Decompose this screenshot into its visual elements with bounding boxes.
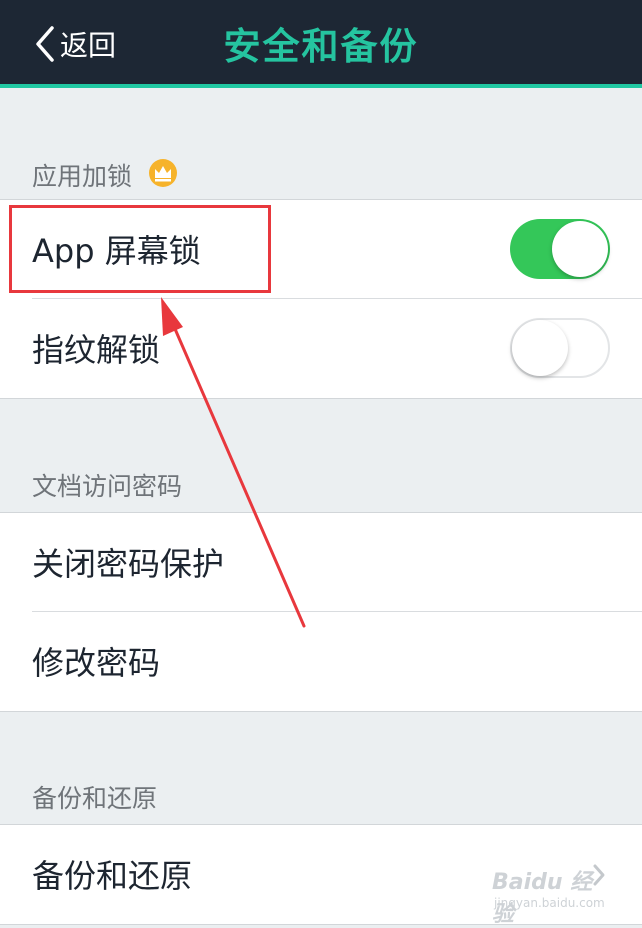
- watermark-logo: Baidu 经验 jingyan.baidu.com: [492, 858, 612, 927]
- annotation-arrow: [161, 297, 306, 628]
- watermark-url: jingyan.baidu.com: [494, 896, 605, 910]
